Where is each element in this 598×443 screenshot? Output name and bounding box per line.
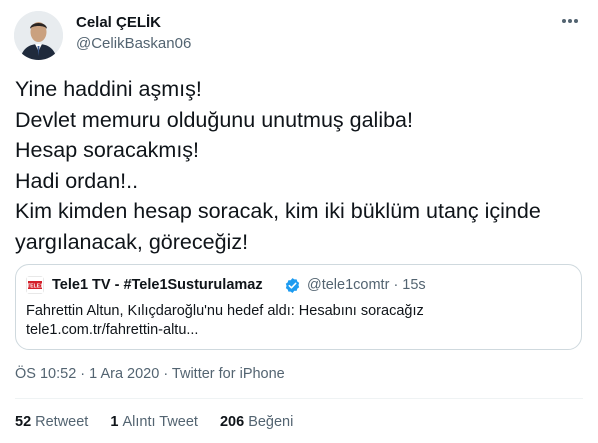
stat-count: 1 [110,414,119,430]
quoted-tweet[interactable]: TELE1 Tele1 TV - #Tele1Susturulamaz @tel… [15,264,582,350]
quoted-text: Fahrettin Altun, Kılıçdaroğlu'nu hedef a… [26,302,424,340]
stat-label: Beğeni [248,414,294,430]
stat-label: Retweet [35,414,89,430]
retweet-count[interactable]: 52 Retweet [15,414,88,430]
tweet-line: yargılanacak, göreceğiz! [15,229,249,254]
verified-badge-icon [284,277,301,294]
stat-label: Alıntı Tweet [122,414,198,430]
quoted-handle-time[interactable]: @tele1comtr · 15s [307,277,426,293]
tweet-line: Kim kimden hesap soracak, kim iki büklüm… [15,199,541,223]
tele1-logo: TELE1 [26,276,44,294]
tweet-line: Hadi ordan!.. [15,168,139,193]
tweet-line: Hesap soracakmış! [15,138,200,162]
quote-tweet-count[interactable]: 1 Alıntı Tweet [110,414,198,430]
more-options-icon[interactable] [559,13,581,29]
quoted-text-line: Fahrettin Altun, Kılıçdaroğlu'nu hedef a… [26,303,424,319]
engagement-stats: 52 Retweet 1 Alıntı Tweet 206 Beğeni [15,414,311,430]
quoted-link[interactable]: tele1.com.tr/fahrettin-altu... [26,321,424,340]
divider [15,398,583,399]
tweet-line: Devlet memuru olduğunu unutmuş galiba! [15,107,413,132]
like-count[interactable]: 206 Beğeni [220,414,293,430]
tweet-timestamp[interactable]: ÖS 10:52 · 1 Ara 2020 · Twitter for iPho… [15,366,285,382]
stat-count: 206 [219,414,245,430]
quoted-author-name[interactable]: Tele1 TV - #Tele1Susturulamaz [52,277,263,293]
avatar-image [14,11,63,60]
tweet-text: Yine haddini aşmış! Devlet memuru olduğu… [15,74,587,257]
tweet-line: Yine haddini aşmış! [15,77,202,101]
author-name[interactable]: Celal ÇELİK [76,14,161,31]
avatar[interactable] [14,11,63,60]
stat-count: 52 [15,414,32,430]
tele1-logo-text: TELE1 [27,283,43,289]
author-handle[interactable]: @CelikBaskan06 [76,35,191,52]
